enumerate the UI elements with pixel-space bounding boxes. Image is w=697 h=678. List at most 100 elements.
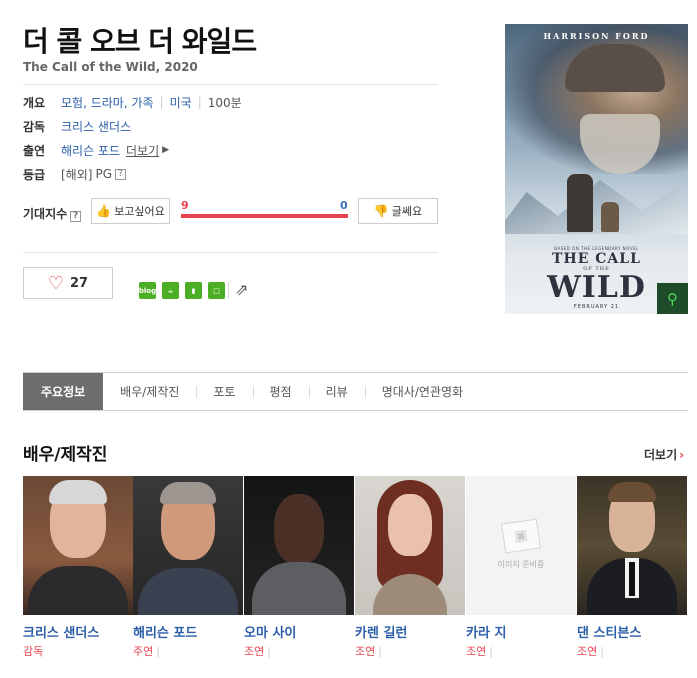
separator: | (267, 645, 271, 658)
separator: | (489, 645, 493, 658)
tab-cast-crew[interactable]: 배우/제작진 (103, 373, 196, 410)
tab-review[interactable]: 리뷰 (308, 373, 365, 410)
director-label: 감독 (23, 119, 46, 134)
cast-card[interactable]: ▣ 이미지 준비중 카라 지 조연 | (466, 476, 576, 659)
dont-count: 0 (340, 199, 348, 212)
poster-title-line1: THE CALL (552, 251, 641, 267)
chevron-right-icon: ▶ (162, 145, 170, 155)
photo-art (388, 494, 432, 556)
country-link[interactable]: 미국 (170, 94, 192, 111)
movie-poster[interactable]: HARRISON FORD BASED ON THE LEGENDARY NOV… (505, 24, 688, 314)
cast-row: 출연 해리슨 포드 더보기 ▶ (23, 142, 169, 158)
rating-value: PG (95, 167, 112, 181)
cast-role: 감독 (23, 645, 44, 658)
want-count: 9 (181, 199, 189, 212)
dont-label: 글쎄요 (391, 205, 423, 218)
poster-art (601, 202, 619, 232)
cast-role: 조연 | (577, 645, 604, 658)
cast-label: 출연 (23, 143, 46, 158)
share-icon[interactable]: ⇗ (235, 280, 248, 299)
divider (23, 252, 438, 253)
separator: | (600, 645, 604, 658)
genres-link[interactable]: 모험, 드라마, 가족 (61, 94, 154, 111)
movie-subtitle: The Call of the Wild, 2020 (23, 60, 198, 74)
director-link[interactable]: 크리스 샌더스 (61, 118, 131, 135)
movie-title: 더 콜 오브 더 와일드 (23, 25, 257, 58)
cast-card[interactable]: 오마 사이 조연 | (244, 476, 354, 659)
cast-card[interactable]: 댄 스티븐스 조연 | (577, 476, 687, 659)
tab-rating[interactable]: 평점 (252, 373, 309, 410)
overview-label: 개요 (23, 95, 46, 110)
cafe-share-icon[interactable]: ☕ (162, 282, 179, 299)
tab-main-info[interactable]: 주요정보 (23, 373, 104, 410)
cast-role: 조연 | (355, 645, 382, 658)
memo-share-icon[interactable]: □ (208, 282, 225, 299)
no-image-text: 이미지 준비중 (497, 560, 545, 569)
not-sure-button[interactable]: 👎 글쎄요 (358, 198, 438, 224)
chevron-right-icon: › (679, 448, 685, 462)
cast-photo[interactable] (133, 476, 243, 615)
cast-role: 주연 | (133, 645, 160, 658)
divider (23, 84, 438, 85)
want-to-see-button[interactable]: 👍 보고싶어요 (91, 198, 170, 224)
poster-art (567, 174, 593, 232)
photo-art (138, 568, 238, 615)
cast-name[interactable]: 해리슨 포드 (133, 622, 243, 641)
tab-photo[interactable]: 포토 (196, 373, 252, 410)
image-placeholder-icon: ▣ (501, 518, 541, 554)
bookmark-share-icon[interactable]: ▮ (185, 282, 202, 299)
separator: | (378, 645, 382, 658)
rating-region: [해외] (61, 167, 93, 182)
blog-share-icon[interactable]: blog (139, 282, 156, 299)
help-icon[interactable]: ? (115, 168, 126, 180)
cast-name[interactable]: 댄 스티븐스 (577, 622, 687, 641)
cast-photo[interactable] (577, 476, 687, 615)
lead-actor-link[interactable]: 해리슨 포드 (61, 142, 120, 159)
poster-art (505, 180, 688, 234)
section-title: 배우/제작진 (23, 445, 108, 465)
heart-icon: ♡ (47, 272, 65, 294)
overview-row: 개요 모험, 드라마, 가족 | 미국 | 100분 (23, 94, 242, 110)
cast-more-link[interactable]: 더보기 (126, 142, 159, 159)
expectation-bar (181, 214, 348, 218)
tab-quotes-related[interactable]: 명대사/연관영화 (364, 373, 480, 410)
photo-art (608, 482, 656, 502)
rating-row: 등급 [해외] PG ? (23, 166, 126, 182)
cast-name[interactable]: 카렌 길런 (355, 622, 465, 641)
like-count: 27 (70, 275, 89, 291)
separator: | (159, 95, 164, 109)
cast-role: 조연 | (244, 645, 271, 658)
photo-art (49, 480, 107, 504)
cast-more-button[interactable]: 더보기 › (644, 446, 684, 463)
separator: | (197, 95, 202, 109)
expectation-label: 기대지수? (23, 205, 82, 222)
want-label: 보고싶어요 (114, 205, 165, 218)
like-button[interactable]: ♡ 27 (23, 267, 113, 299)
thumbs-up-icon: 👍 (96, 204, 112, 218)
cast-photo[interactable] (23, 476, 133, 615)
cast-name[interactable]: 크리스 샌더스 (23, 622, 133, 641)
cast-role: 조연 | (466, 645, 493, 658)
cast-photo[interactable] (244, 476, 354, 615)
divider (228, 281, 229, 299)
cast-photo[interactable] (355, 476, 465, 615)
photo-art (28, 566, 128, 615)
zoom-search-icon[interactable]: ⚲ (657, 283, 688, 314)
cast-card[interactable]: 카렌 길런 조연 | (355, 476, 465, 659)
thumbs-down-icon: 👎 (373, 204, 389, 218)
cast-photo-placeholder[interactable]: ▣ 이미지 준비중 (466, 476, 576, 615)
cast-card[interactable]: 해리슨 포드 주연 | (133, 476, 243, 659)
separator: | (156, 645, 160, 658)
photo-art (160, 482, 216, 504)
rating-label: 등급 (23, 167, 46, 182)
director-row: 감독 크리스 샌더스 (23, 118, 131, 134)
cast-card[interactable]: 크리스 샌더스 감독 (23, 476, 133, 659)
help-icon[interactable]: ? (70, 211, 82, 222)
cast-name[interactable]: 오마 사이 (244, 622, 354, 641)
share-icons: blog ☕ ▮ □ (139, 282, 225, 299)
cast-name[interactable]: 카라 지 (466, 622, 576, 641)
photo-art (252, 562, 346, 615)
tab-bar: 주요정보 배우/제작진 포토 평점 리뷰 명대사/연관영화 (23, 372, 688, 411)
photo-art (629, 562, 635, 596)
runtime: 100분 (207, 95, 242, 110)
